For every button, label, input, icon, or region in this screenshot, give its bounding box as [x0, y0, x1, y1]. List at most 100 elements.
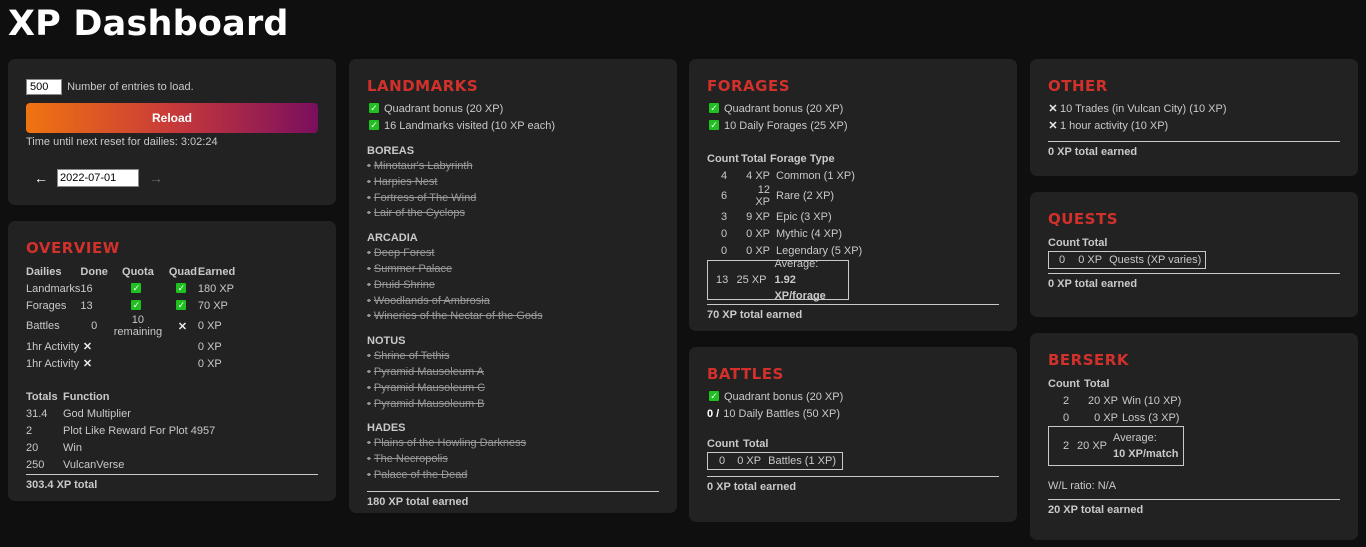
entries-input[interactable] [26, 79, 62, 95]
battle-count: 0 [718, 455, 726, 467]
page-title: XP Dashboard [8, 4, 289, 44]
quota-header: Quota [122, 265, 154, 278]
divider [367, 490, 659, 492]
table-row: 1hr Activity ✕ 0 XP [26, 355, 258, 372]
berserk-total: 20 XP total earned [1048, 504, 1144, 516]
check-item: ✓ Quadrant bonus (20 XP) [709, 391, 844, 403]
divider [1048, 273, 1340, 274]
bullet-icon: • [367, 191, 371, 204]
daily-quota: 10 remaining [113, 314, 163, 338]
daily-earned: 0 XP [197, 340, 222, 353]
quest-count: 0 [1058, 254, 1066, 266]
check-item: ✓ 16 Landmarks visited (10 XP each) [369, 120, 555, 132]
berserk-summary-box: 2 20 XP Average: 10 XP/match [1048, 426, 1184, 466]
total-value: 20 [26, 441, 39, 454]
check-icon: ✓ [176, 299, 187, 310]
forage-sum-count: 13 [716, 274, 729, 286]
forage-average-label: Average: [774, 258, 819, 270]
daily-name: 1hr Activity [26, 340, 80, 353]
overview-grand-total: 303.4 XP total [26, 479, 98, 491]
berserk-card: BERSERK Count Total 2 20 XP Win (10 XP) 00… [1030, 333, 1358, 540]
quest-table: Count Total [1048, 234, 1107, 251]
overview-title: OVERVIEW [26, 239, 120, 257]
daily-done: 16 [80, 282, 93, 295]
quests-title: QUESTS [1048, 210, 1119, 228]
totals-table: Totals Function 31.4 God Multiplier 2 Plot… [26, 388, 215, 473]
region-heading: BOREAS [367, 145, 415, 157]
landmarks-title: LANDMARKS [367, 77, 479, 95]
berserk-sum-total: 20 XP [1077, 440, 1107, 452]
table-row: 2 20 XP Win (10 XP) [1062, 394, 1182, 407]
overview-card: OVERVIEW Dailies Done Quota Quad Earned … [8, 221, 336, 501]
table-row: 2 Plot Like Reward For Plot 4957 [26, 422, 215, 439]
table-row: Landmarks 16 ✓ ✓ 180 XP [26, 280, 258, 297]
function-name: Plot Like Reward For Plot 4957 [63, 424, 216, 437]
landmarks-card: LANDMARKS ✓ Quadrant bonus (20 XP) ✓ 16 La… [349, 59, 677, 513]
forage-sum-total: 25 XP [736, 274, 767, 286]
landmark-item: • Druid Shrine [367, 278, 659, 294]
x-icon: ✕ [177, 320, 188, 333]
other-title: OTHER [1048, 77, 1108, 95]
daily-earned: 70 XP [197, 299, 228, 312]
divider [707, 304, 999, 305]
check-item: ✓ 10 Daily Forages (25 XP) [709, 120, 848, 132]
landmark-name: Fortress of The Wind [373, 191, 477, 204]
earned-header: Earned [197, 265, 236, 278]
other-item: ✕ 1 hour activity (10 XP) [1048, 118, 1340, 135]
quest-total: 0 XP [1078, 254, 1103, 266]
total-header: Total [1084, 377, 1110, 390]
bullet-icon: • [367, 310, 371, 323]
landmark-item: • Shrine of Tethis [367, 349, 659, 365]
region-heading: ARCADIA [367, 232, 418, 245]
table-row: 00 XP Loss (3 XP) [1062, 411, 1180, 424]
check-icon: ✓ [369, 120, 379, 131]
divider [1048, 499, 1340, 500]
daily-name: Forages [26, 299, 67, 312]
landmark-item: • The Necropolis [367, 452, 659, 468]
total-value: 2 [26, 424, 33, 437]
forage-summary-box: 13 25 XP Average: 1.92 XP/forage [707, 258, 849, 302]
forages-card: FORAGES ✓ Quadrant bonus (20 XP) ✓ 10 Dail… [689, 59, 1017, 331]
landmark-name: Pyramid Mausoleum C [373, 381, 486, 394]
x-icon: ✕ [1048, 103, 1058, 115]
date-picker[interactable] [57, 169, 139, 187]
reload-button[interactable]: Reload [26, 103, 318, 133]
landmark-item: • Wineries of the Nectar of the Gods [367, 309, 659, 325]
done-header: Done [80, 265, 108, 278]
berserk-average-value: 10 XP/match [1113, 448, 1179, 460]
bullet-icon: • [367, 247, 371, 260]
table-row: 1hr Activity ✕ 0 XP [26, 338, 258, 355]
check-icon: ✓ [131, 282, 142, 293]
reset-timer: Time until next reset for dailies: 3:02:… [26, 136, 218, 148]
total-header: Total [743, 437, 769, 450]
berserk-sum-count: 2 [1062, 440, 1070, 452]
count-header: Count [707, 152, 739, 165]
landmark-name: The Necropolis [373, 453, 448, 466]
landmark-name: Palace of the Dead [373, 468, 468, 481]
daily-done: 13 [80, 299, 93, 312]
function-name: Win [63, 441, 82, 454]
landmark-name: Woodlands of Ambrosia [373, 294, 490, 307]
region-heading: NOTUS [367, 335, 406, 348]
bullet-icon: • [367, 160, 371, 172]
bullet-icon: • [367, 397, 371, 410]
check-icon: ✓ [709, 391, 719, 402]
table-row: 6 12 XP Rare (2 XP) [720, 184, 835, 208]
function-name: VulcanVerse [63, 458, 125, 471]
forages-title: FORAGES [707, 77, 791, 95]
bullet-icon: • [367, 365, 371, 378]
total-header: Total [1082, 236, 1108, 249]
total-header: Total [741, 152, 767, 165]
controls-card: Number of entries to load. Reload Time u… [8, 59, 336, 205]
prev-date-arrow-icon[interactable]: ← [34, 170, 48, 186]
total-value: 31.4 [26, 407, 48, 420]
forage-table: Count Total Forage Type 44 XP Common (1 X… [707, 150, 862, 259]
check-icon: ✓ [131, 299, 142, 310]
check-item: ✓ Quadrant bonus (20 XP) [369, 103, 504, 115]
landmark-name: Shrine of Tethis [373, 350, 450, 363]
next-date-arrow-icon[interactable]: → [149, 170, 163, 186]
battles-card: BATTLES ✓ Quadrant bonus (20 XP) 0 /10 Da… [689, 347, 1017, 522]
x-icon: ✕ [82, 358, 93, 370]
table-row: Battles 0 10 remaining ✕ 0 XP [26, 314, 258, 338]
bullet-icon: • [367, 207, 371, 220]
